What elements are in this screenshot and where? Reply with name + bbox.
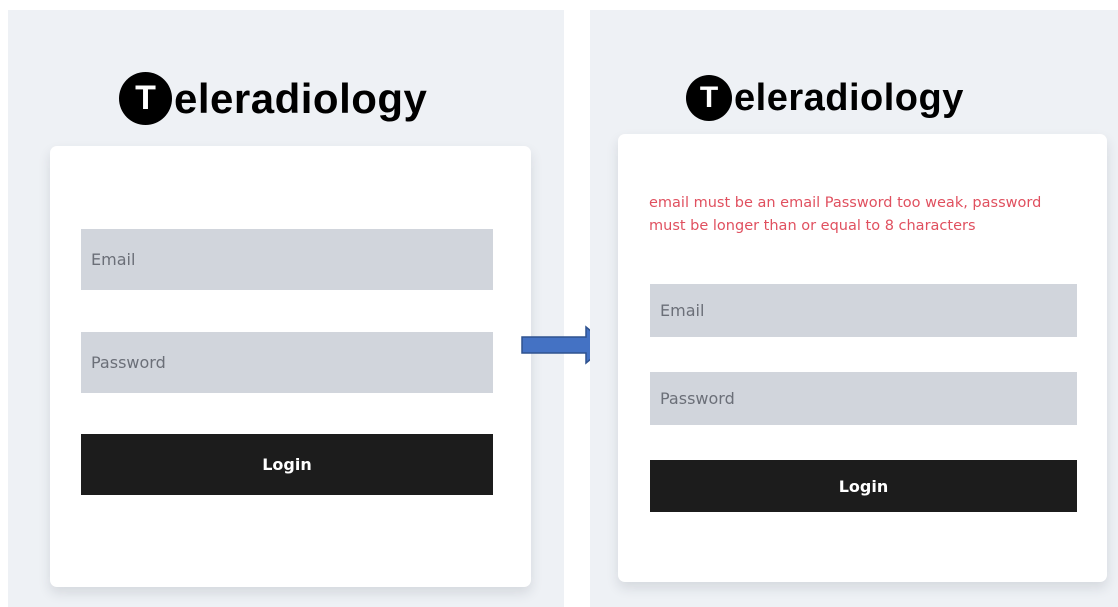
login-button[interactable]: Login [650, 460, 1077, 512]
login-screen-after: T eleradiology email must be an email Pa… [590, 10, 1118, 607]
teleradiology-logo: T eleradiology [686, 75, 964, 121]
logo-badge-icon: T [119, 72, 172, 125]
logo-text: eleradiology [734, 76, 964, 119]
password-input[interactable] [81, 332, 493, 393]
password-input[interactable] [650, 372, 1077, 425]
login-screen-before: T eleradiology Login [8, 10, 564, 607]
logo-badge-icon: T [686, 75, 732, 121]
email-input[interactable] [81, 229, 493, 290]
logo-text: eleradiology [174, 74, 428, 122]
login-button[interactable]: Login [81, 434, 493, 495]
email-input[interactable] [650, 284, 1077, 337]
validation-error-message: email must be an email Password too weak… [649, 195, 1042, 234]
login-card: email must be an email Password too weak… [618, 134, 1107, 582]
login-card: Login [50, 146, 531, 587]
teleradiology-logo: T eleradiology [119, 72, 427, 125]
